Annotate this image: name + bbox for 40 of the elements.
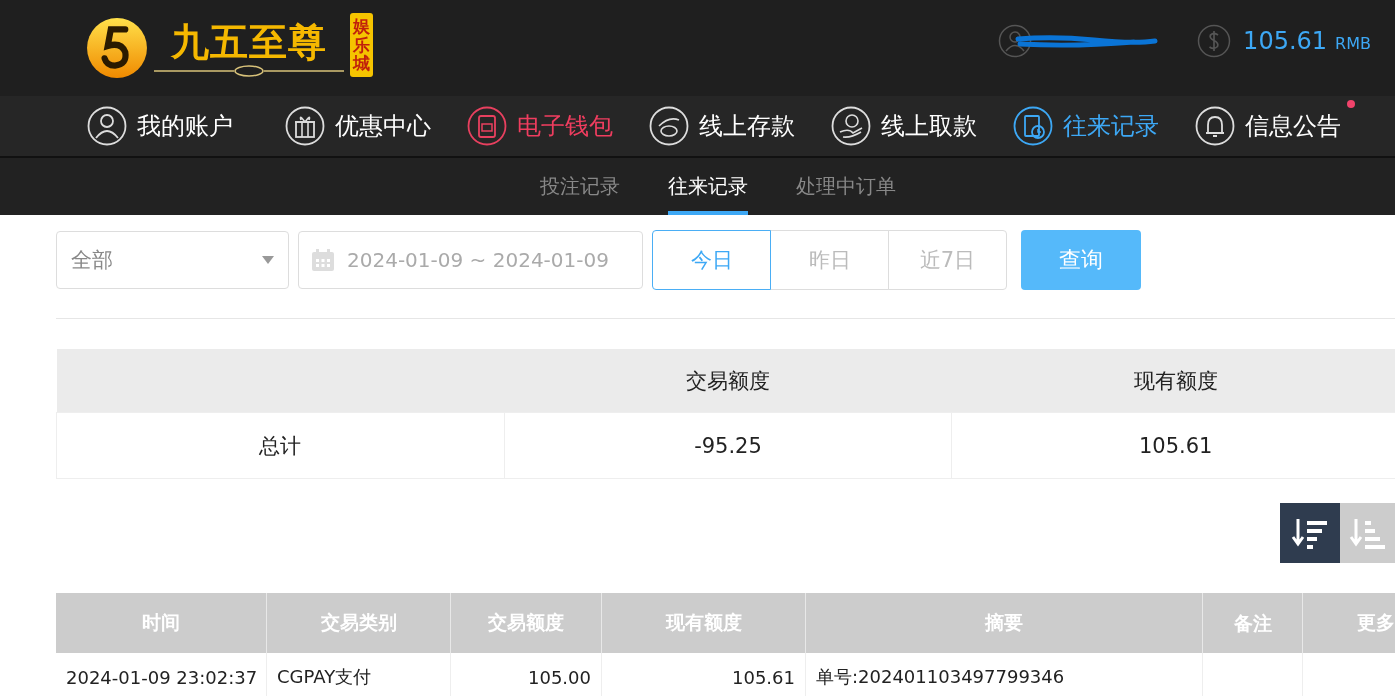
date-range-value: 2024-01-09 ~ 2024-01-09: [347, 248, 609, 272]
date-range-field[interactable]: 2024-01-09 ~ 2024-01-09: [298, 231, 643, 289]
table-cell: 105.61: [601, 653, 806, 696]
ornament-icon: [154, 65, 344, 77]
table-cell: 单号:202401103497799346: [805, 653, 1203, 696]
range-button[interactable]: 今日: [652, 230, 771, 290]
sub-tab[interactable]: 往来记录: [667, 158, 748, 215]
clipboard-clock-icon: [1013, 106, 1053, 146]
bell-icon: [1195, 106, 1235, 146]
table-cell: 总计: [56, 412, 505, 479]
user-icon: [87, 106, 127, 146]
sub-tab[interactable]: 投注记录: [539, 158, 620, 215]
nav-item[interactable]: 优惠中心: [285, 106, 431, 146]
balance-currency: RMB: [1335, 33, 1371, 53]
type-select[interactable]: 全部: [56, 231, 289, 289]
nav-item[interactable]: 往来记录: [1013, 106, 1159, 146]
nav-item[interactable]: 电子钱包: [467, 106, 613, 146]
wallet-icon: [467, 106, 507, 146]
logo-emblem-icon: [86, 17, 148, 79]
dollar-icon: [1197, 24, 1232, 58]
nav-item[interactable]: 线上存款: [649, 106, 795, 146]
logo-title: 九五至尊: [171, 19, 327, 65]
nav-item[interactable]: 线上取款: [831, 106, 977, 146]
sort-descending-button[interactable]: [1280, 503, 1340, 563]
calendar-icon: [311, 248, 335, 272]
table-cell: -95.25: [504, 412, 952, 479]
header-cell: 交易额度: [504, 349, 952, 413]
nav-item[interactable]: 我的账户: [87, 106, 233, 146]
logo-tag: 娱乐城: [350, 12, 373, 78]
sub-tab[interactable]: 处理中订单: [795, 158, 896, 215]
gift-icon: [285, 106, 325, 146]
caret-icon: [262, 256, 274, 264]
balance-amount: 105.61: [1243, 27, 1328, 55]
table-cell: 2024-01-09 23:02:37: [56, 653, 267, 696]
header-cell: 现有额度: [951, 349, 1395, 413]
table-cell: 105.00: [450, 653, 602, 696]
table-cell: 105.61: [951, 412, 1395, 479]
nav-item[interactable]: 信息公告: [1195, 106, 1341, 146]
user-icon: [998, 24, 1033, 58]
table-cell: CGPAY支付: [266, 653, 451, 696]
